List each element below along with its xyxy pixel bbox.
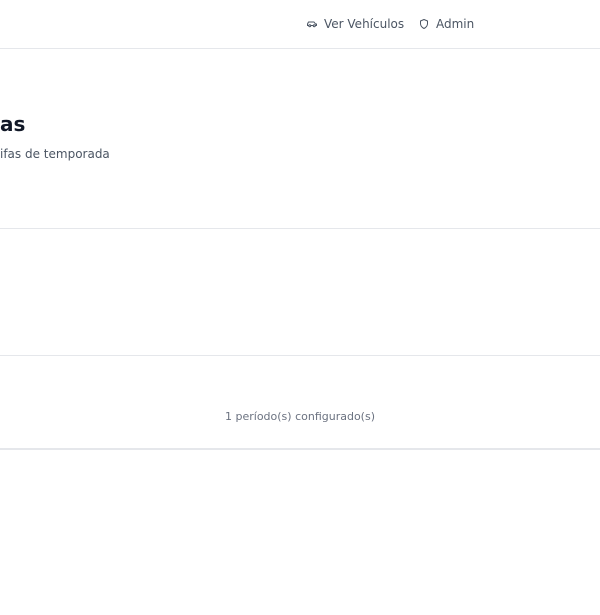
nav-link-admin[interactable]: Admin bbox=[418, 16, 474, 32]
period-count-text: 1 período(s) configurado(s) bbox=[225, 410, 375, 423]
page-subtitle: ifas de temporada bbox=[0, 147, 110, 161]
top-navigation-bar: Ver Vehículos Admin bbox=[0, 0, 600, 49]
empty-content-section bbox=[0, 229, 600, 356]
page-title: as bbox=[0, 112, 26, 136]
nav-link-admin-label: Admin bbox=[436, 17, 475, 31]
shield-icon bbox=[420, 19, 428, 29]
nav-link-vehicles-label: Ver Vehículos bbox=[324, 17, 405, 31]
car-icon bbox=[307, 21, 317, 28]
page-header: as ifas de temporada bbox=[0, 49, 600, 229]
periods-summary-section: 1 período(s) configurado(s) bbox=[0, 356, 600, 450]
nav-link-vehicles[interactable]: Ver Vehículos bbox=[306, 16, 404, 32]
